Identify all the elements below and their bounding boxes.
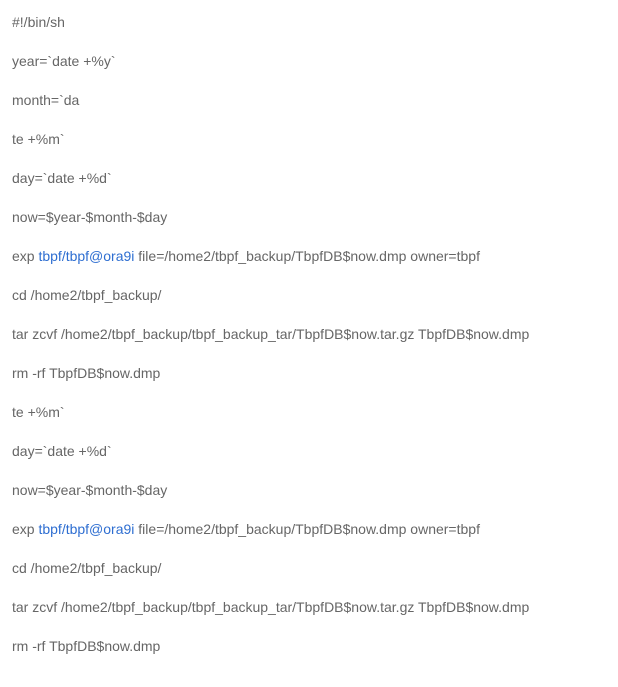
script-line: exp tbpf/tbpf@ora9i file=/home2/tbpf_bac… xyxy=(12,246,606,267)
script-line: rm -rf TbpfDB$now.dmp xyxy=(12,636,606,657)
script-line: cd /home2/tbpf_backup/ xyxy=(12,285,606,306)
line-text: now=$year-$month-$day xyxy=(12,482,167,498)
script-line: cd /home2/tbpf_backup/ xyxy=(12,558,606,579)
script-line: te +%m` xyxy=(12,402,606,423)
line-text: tar zcvf /home2/tbpf_backup/tbpf_backup_… xyxy=(12,599,529,615)
line-text: day=`date +%d` xyxy=(12,170,112,186)
script-line: tar zcvf /home2/tbpf_backup/tbpf_backup_… xyxy=(12,324,606,345)
script-line: month=`da xyxy=(12,90,606,111)
script-line: now=$year-$month-$day xyxy=(12,207,606,228)
line-text: exp xyxy=(12,248,38,264)
line-text: rm -rf TbpfDB$now.dmp xyxy=(12,638,160,654)
script-line: rm -rf TbpfDB$now.dmp xyxy=(12,363,606,384)
line-text: cd /home2/tbpf_backup/ xyxy=(12,287,161,303)
line-text: year=`date +%y` xyxy=(12,53,116,69)
script-line: #!/bin/sh xyxy=(12,12,606,33)
script-line: now=$year-$month-$day xyxy=(12,480,606,501)
mailto-link[interactable]: tbpf/tbpf@ora9i xyxy=(38,521,134,537)
line-text: tar zcvf /home2/tbpf_backup/tbpf_backup_… xyxy=(12,326,529,342)
script-line: te +%m` xyxy=(12,129,606,150)
line-text: te +%m` xyxy=(12,131,65,147)
script-text-block: #!/bin/sh year=`date +%y` month=`da te +%m`… xyxy=(12,12,606,657)
script-line: year=`date +%y` xyxy=(12,51,606,72)
line-text: te +%m` xyxy=(12,404,65,420)
script-line: exp tbpf/tbpf@ora9i file=/home2/tbpf_bac… xyxy=(12,519,606,540)
line-text: rm -rf TbpfDB$now.dmp xyxy=(12,365,160,381)
line-text: month=`da xyxy=(12,92,79,108)
line-text: cd /home2/tbpf_backup/ xyxy=(12,560,161,576)
line-text: now=$year-$month-$day xyxy=(12,209,167,225)
script-line: tar zcvf /home2/tbpf_backup/tbpf_backup_… xyxy=(12,597,606,618)
line-text: file=/home2/tbpf_backup/TbpfDB$now.dmp o… xyxy=(134,248,480,264)
script-line: day=`date +%d` xyxy=(12,441,606,462)
mailto-link[interactable]: tbpf/tbpf@ora9i xyxy=(38,248,134,264)
line-text: #!/bin/sh xyxy=(12,14,65,30)
line-text: file=/home2/tbpf_backup/TbpfDB$now.dmp o… xyxy=(134,521,480,537)
line-text: exp xyxy=(12,521,38,537)
line-text: day=`date +%d` xyxy=(12,443,112,459)
script-line: day=`date +%d` xyxy=(12,168,606,189)
